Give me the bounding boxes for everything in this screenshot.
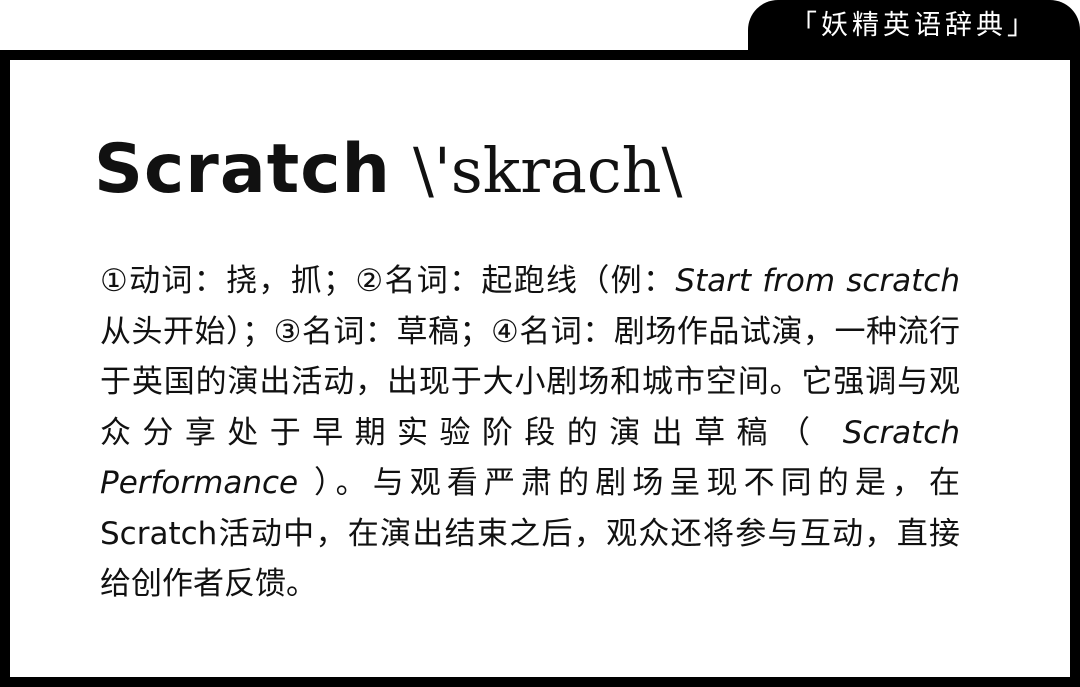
headword-line: Scratch \'skrach\ xyxy=(94,130,682,209)
pronunciation: \'skrach\ xyxy=(412,134,683,207)
definition-card: Scratch \'skrach\ ①动词：挠，抓；②名词：起跑线（例：Start… xyxy=(0,50,1080,687)
definition-part-3: 从头开始）；③名词：草稿；④名词：剧场作品试演，一种流行于英国的演出活动，出现于… xyxy=(100,313,960,451)
headword: Scratch xyxy=(94,130,391,209)
definition-text: ①动词：挠，抓；②名词：起跑线（例：Start from scratch 从头开… xyxy=(100,256,960,610)
dictionary-tab-label: 「妖精英语辞典」 xyxy=(790,10,1038,41)
dictionary-card-graphic: 「妖精英语辞典」 Scratch \'skrach\ ①动词：挠，抓；②名词：起跑… xyxy=(0,0,1080,687)
definition-part-1: ①动词：挠，抓；②名词：起跑线（例： xyxy=(100,263,676,299)
definition-example-italic: Start from scratch xyxy=(675,263,960,299)
